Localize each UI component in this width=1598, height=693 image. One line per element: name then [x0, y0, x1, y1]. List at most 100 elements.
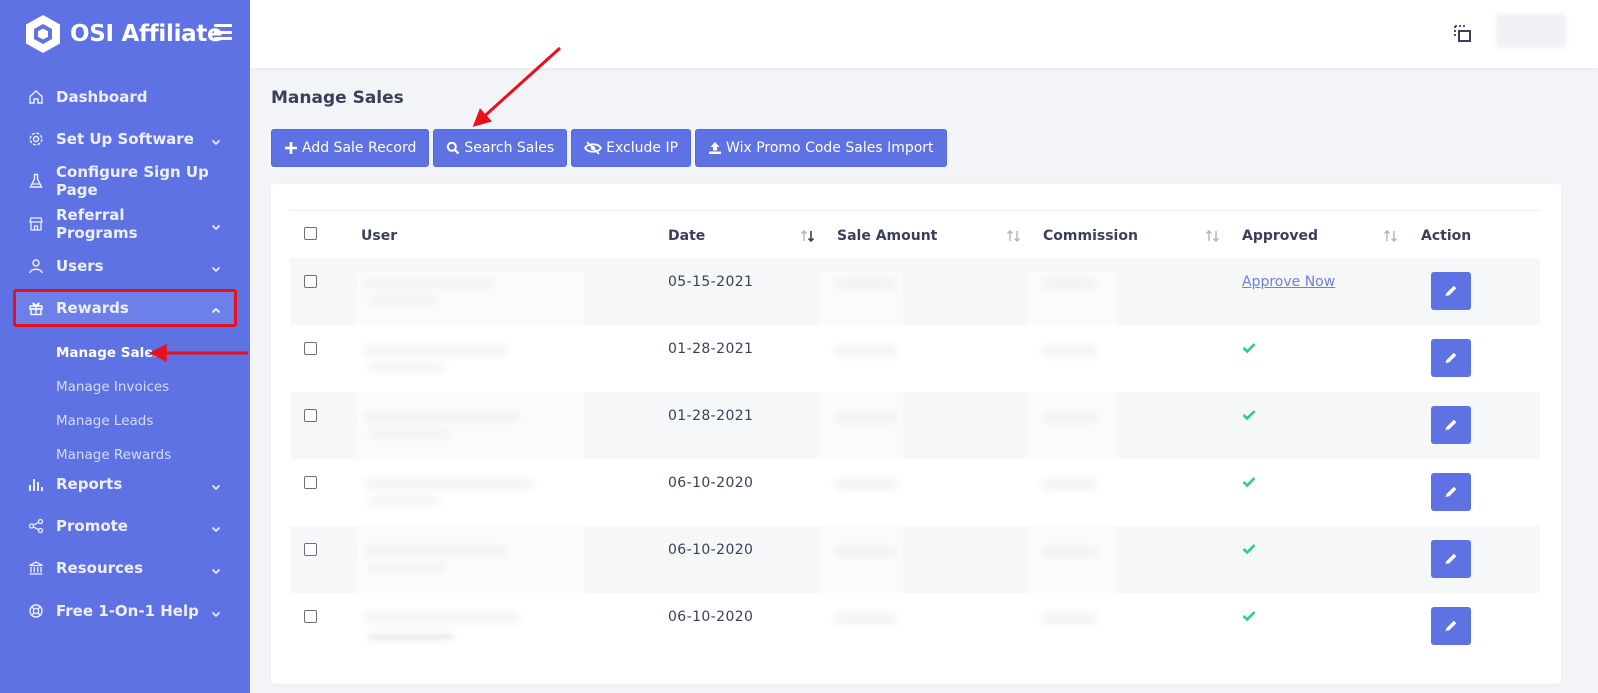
edit-button[interactable] [1431, 339, 1471, 377]
table-header: User Date Sale Amount Commission Approve… [290, 210, 1540, 258]
sidebar-item-label: Rewards [56, 299, 129, 317]
sidebar-item-label: Resources [56, 559, 144, 577]
sidebar-item-label: Users [56, 257, 104, 275]
chevron-down-icon [210, 260, 222, 273]
gift-icon [28, 300, 44, 316]
sidebar-item-users[interactable]: Users [14, 248, 236, 284]
sidebar-item-promote[interactable]: Promote [14, 508, 236, 544]
home-icon [28, 89, 44, 105]
sidebar-item-dashboard[interactable]: Dashboard [14, 79, 236, 115]
column-header-commission[interactable]: Commission [1043, 228, 1138, 244]
page-title: Manage Sales [271, 88, 404, 108]
sort-desc-icon[interactable] [800, 229, 816, 243]
column-header-date[interactable]: Date [668, 228, 705, 244]
topbar [250, 0, 1598, 68]
brand[interactable]: OSI Affiliate [24, 14, 223, 54]
row-checkbox[interactable] [304, 409, 317, 422]
sidebar-subitem-manage-invoices[interactable]: Manage Invoices [56, 379, 169, 395]
brand-name: OSI Affiliate [70, 21, 223, 47]
sidebar-item-reports[interactable]: Reports [14, 466, 236, 502]
store-icon [28, 216, 44, 232]
sidebar-item-referral-programs[interactable]: Referral Programs [14, 206, 236, 242]
edit-button[interactable] [1431, 540, 1471, 578]
search-sales-label: Search Sales [464, 140, 555, 156]
sidebar: OSI Affiliate Dashboard Set Up Software Co… [0, 0, 250, 693]
row-checkbox[interactable] [304, 275, 317, 288]
lifebuoy-icon [28, 603, 44, 619]
edit-button[interactable] [1431, 473, 1471, 511]
eye-slash-icon [584, 141, 603, 155]
window-switch-icon[interactable] [1453, 24, 1473, 44]
sort-icon[interactable] [1006, 229, 1022, 243]
sidebar-subitem-manage-leads[interactable]: Manage Leads [56, 413, 153, 429]
date-cell: 01-28-2021 [668, 341, 754, 357]
search-icon [447, 141, 460, 155]
sidebar-item-label: Dashboard [56, 88, 148, 106]
row-checkbox[interactable] [304, 610, 317, 623]
upload-icon [709, 142, 722, 154]
row-checkbox[interactable] [304, 342, 317, 355]
column-header-action: Action [1421, 228, 1472, 244]
sidebar-item-label: Reports [56, 475, 123, 493]
approved-check-icon [1242, 477, 1256, 488]
toolbar: Add Sale Record Search Sales Exclude IP … [271, 129, 951, 167]
column-header-user[interactable]: User [361, 228, 397, 244]
sidebar-item-label: Referral Programs [56, 206, 138, 242]
approved-check-icon [1242, 611, 1256, 622]
flask-icon [28, 173, 44, 189]
sidebar-item-rewards[interactable]: Rewards [13, 289, 237, 327]
sidebar-item-resources[interactable]: Resources [14, 550, 236, 586]
date-cell: 05-15-2021 [668, 274, 754, 290]
row-checkbox[interactable] [304, 476, 317, 489]
sidebar-item-free-1-on-1-help[interactable]: Free 1-On-1 Help [14, 593, 236, 629]
chevron-down-icon [210, 605, 222, 618]
approve-now-link[interactable]: Approve Now [1242, 274, 1335, 290]
exclude-ip-label: Exclude IP [606, 140, 679, 156]
bank-icon [28, 560, 44, 576]
chevron-down-icon [210, 133, 222, 146]
sidebar-item-configure-sign-up-page[interactable]: Configure Sign Up Page [14, 163, 236, 199]
redaction-overlay [357, 272, 585, 635]
chevron-down-icon [210, 562, 222, 575]
approved-check-icon [1242, 410, 1256, 421]
redaction-overlay [819, 272, 903, 635]
sidebar-item-label: Configure Sign Up Page [56, 163, 209, 199]
wix-promo-import-button[interactable]: Wix Promo Code Sales Import [695, 129, 947, 167]
sort-icon[interactable] [1205, 229, 1221, 243]
edit-button[interactable] [1431, 406, 1471, 444]
pencil-icon [1445, 419, 1457, 431]
user-avatar[interactable] [1496, 14, 1566, 48]
pencil-icon [1445, 553, 1457, 565]
chevron-down-icon [210, 478, 222, 491]
sidebar-subitem-manage-rewards[interactable]: Manage Rewards [56, 447, 171, 463]
chevron-up-icon [210, 302, 222, 314]
column-header-approved[interactable]: Approved [1242, 228, 1318, 244]
add-sale-record-button[interactable]: Add Sale Record [271, 129, 430, 167]
hamburger-menu-icon[interactable] [214, 24, 232, 40]
sidebar-item-set-up-software[interactable]: Set Up Software [14, 121, 236, 157]
edit-button[interactable] [1431, 607, 1471, 645]
pencil-icon [1445, 285, 1457, 297]
plus-icon [285, 142, 297, 154]
redaction-overlay [1027, 272, 1117, 635]
bar-chart-icon [28, 476, 44, 492]
edit-button[interactable] [1431, 272, 1471, 310]
approved-check-icon [1242, 544, 1256, 555]
pencil-icon [1445, 352, 1457, 364]
exclude-ip-button[interactable]: Exclude IP [571, 129, 692, 167]
gear-icon [28, 131, 44, 147]
date-cell: 06-10-2020 [668, 475, 754, 491]
chevron-down-icon [210, 520, 222, 533]
date-cell: 01-28-2021 [668, 408, 754, 424]
row-checkbox[interactable] [304, 543, 317, 556]
add-sale-record-label: Add Sale Record [302, 140, 417, 156]
sort-icon[interactable] [1383, 229, 1399, 243]
sidebar-item-label: Free 1-On-1 Help [56, 602, 199, 620]
select-all-checkbox[interactable] [304, 227, 317, 240]
date-cell: 06-10-2020 [668, 609, 754, 625]
sidebar-subitem-manage-sales[interactable]: Manage Sales [56, 345, 161, 361]
column-header-sale-amount[interactable]: Sale Amount [837, 228, 937, 244]
hexagon-logo-icon [26, 15, 60, 53]
search-sales-button[interactable]: Search Sales [433, 129, 568, 167]
user-icon [28, 258, 44, 274]
